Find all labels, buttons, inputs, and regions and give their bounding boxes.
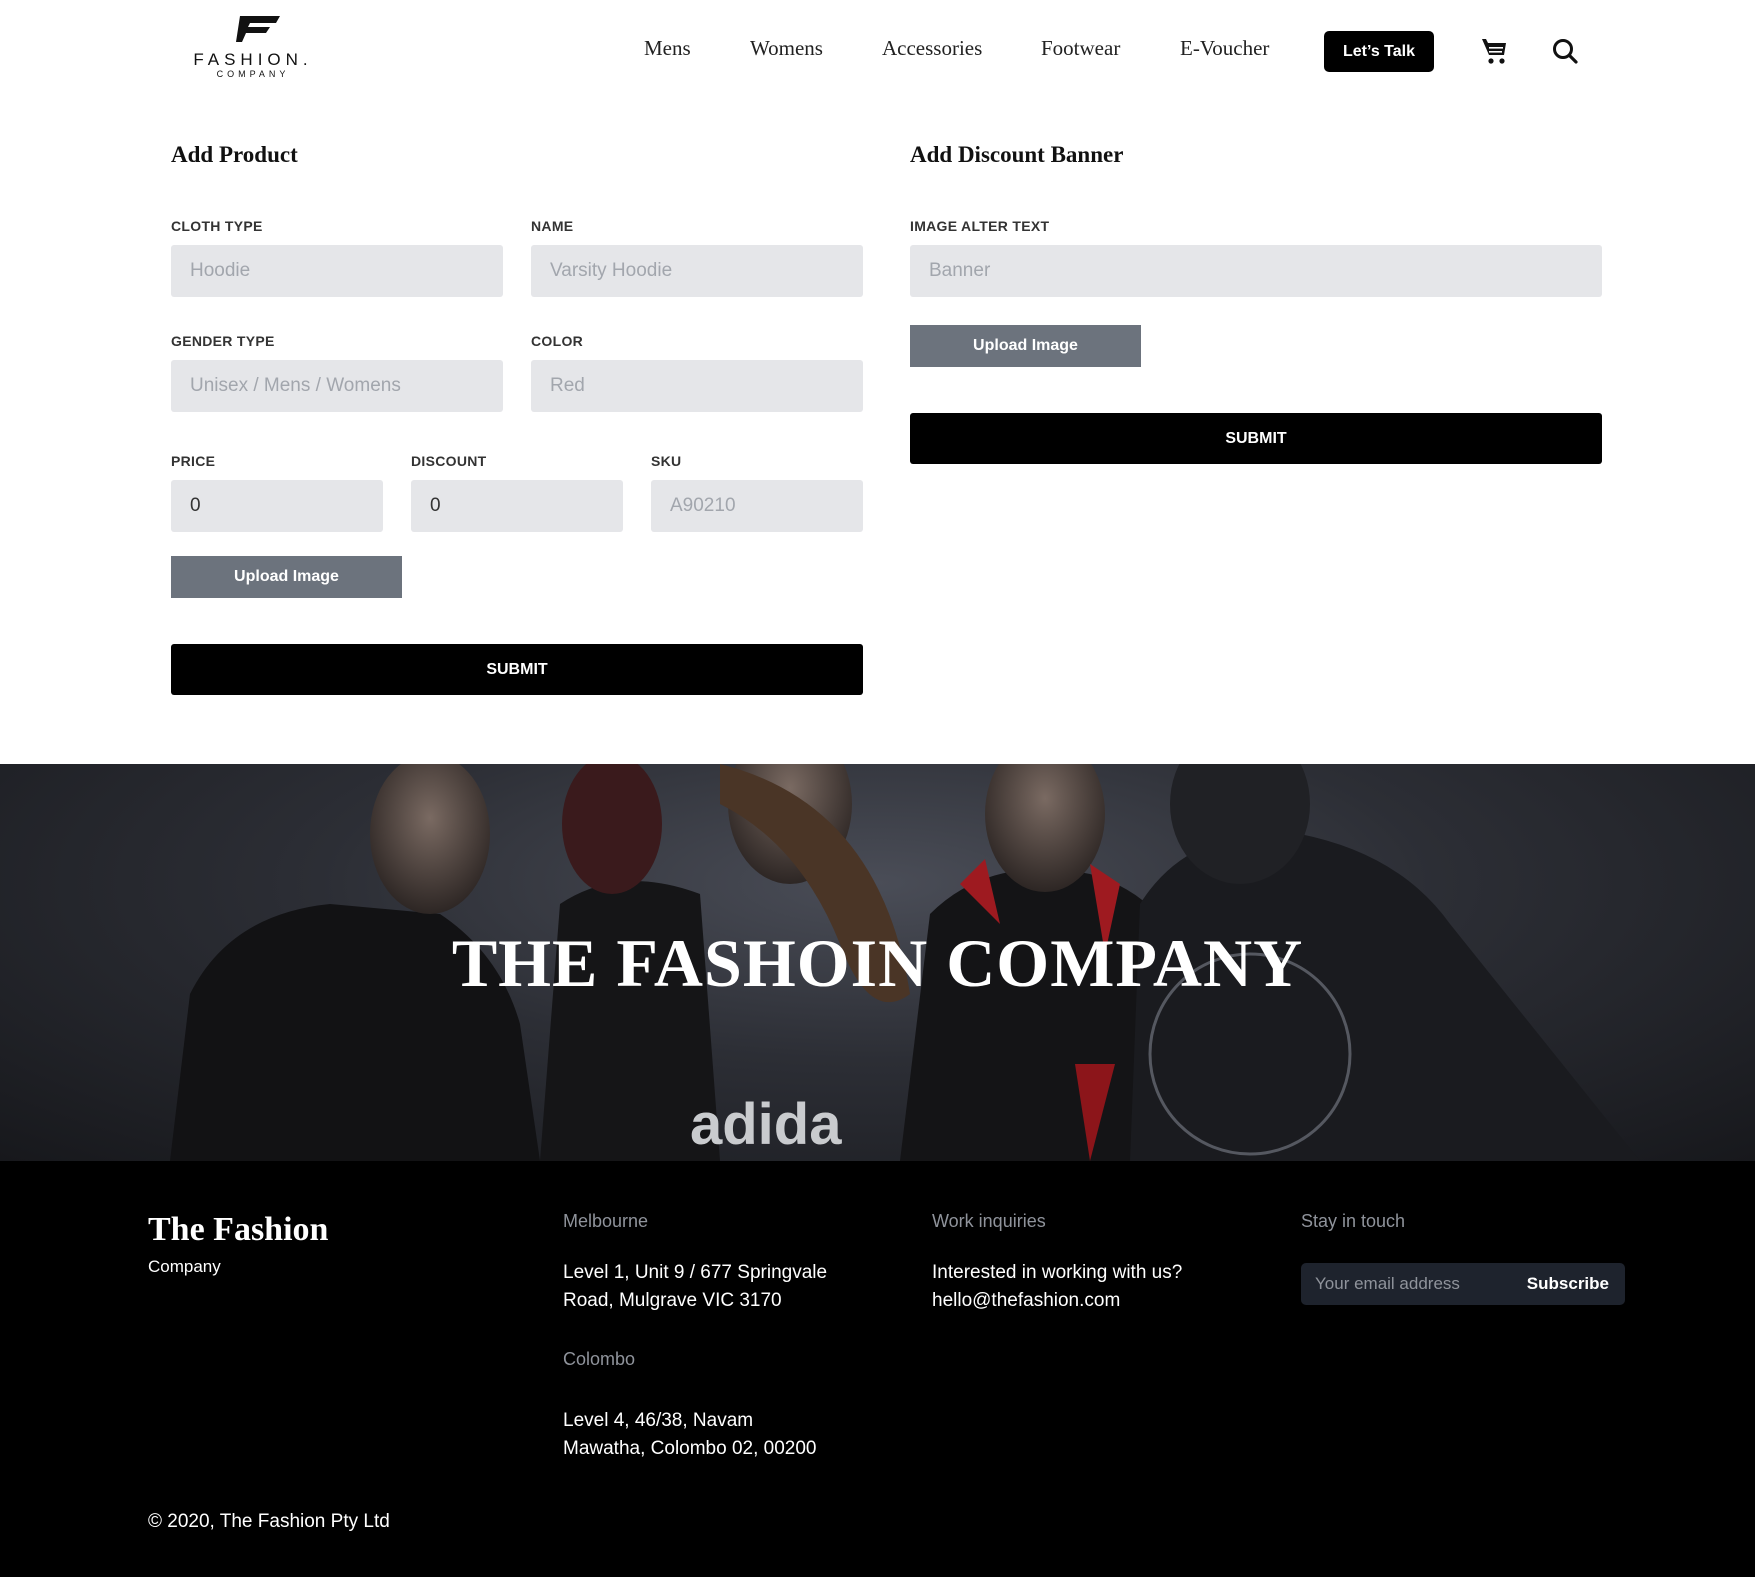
add-discount-banner-title: Add Discount Banner <box>910 142 1124 167</box>
sku-input[interactable] <box>651 480 863 532</box>
product-submit-button[interactable]: SUBMIT <box>171 644 863 695</box>
hero-banner: adida THE FASHOIN COMPANY <box>0 764 1755 1161</box>
nav-link-womens[interactable]: Womens <box>750 36 823 61</box>
image-alter-text-label: IMAGE ALTER TEXT <box>910 218 1050 234</box>
work-inquiries-email-link[interactable]: hello@thefashion.com <box>932 1287 1120 1315</box>
image-alter-text-input[interactable] <box>910 245 1602 297</box>
brand-logo[interactable]: FASHION. COMPANY <box>186 14 320 79</box>
work-inquiries-text: Interested in working with us? <box>932 1262 1183 1283</box>
shirt-print-text: adida <box>690 1092 842 1157</box>
nav-link-accessories[interactable]: Accessories <box>882 36 982 61</box>
footer-brand: The Fashion <box>148 1211 329 1248</box>
colombo-heading: Colombo <box>563 1349 636 1369</box>
logo-mark-icon <box>236 16 280 42</box>
colombo-address-line1: Level 4, 46/38, Navam <box>563 1410 754 1431</box>
banner-submit-button[interactable]: SUBMIT <box>910 413 1602 464</box>
subscribe-button[interactable]: Subscribe <box>1527 1263 1609 1305</box>
nav-link-mens[interactable]: Mens <box>644 36 691 61</box>
gender-type-label: GENDER TYPE <box>171 333 275 349</box>
gender-type-input[interactable] <box>171 360 503 412</box>
cart-icon[interactable] <box>1481 36 1507 66</box>
cloth-type-label: CLOTH TYPE <box>171 218 263 234</box>
site-header: FASHION. COMPANY Mens Womens Accessories… <box>0 0 1755 100</box>
hero-title: THE FASHOIN COMPANY <box>451 925 1304 1001</box>
site-footer: The Fashion Company Melbourne Level 1, U… <box>0 1161 1755 1577</box>
melbourne-address-line1: Level 1, Unit 9 / 677 Springvale <box>563 1262 828 1283</box>
logo-wordmark: FASHION. <box>193 50 313 69</box>
add-product-title: Add Product <box>171 142 298 167</box>
discount-input[interactable] <box>411 480 623 532</box>
discount-label: DISCOUNT <box>411 453 487 469</box>
melbourne-address-line2: Road, Mulgrave VIC 3170 <box>563 1290 782 1311</box>
melbourne-heading: Melbourne <box>563 1211 649 1231</box>
nav-link-footwear[interactable]: Footwear <box>1041 36 1120 61</box>
price-input[interactable] <box>171 480 383 532</box>
colombo-address-line2: Mawatha, Colombo 02, 00200 <box>563 1438 817 1459</box>
name-input[interactable] <box>531 245 863 297</box>
logo-subtitle: COMPANY <box>216 69 290 79</box>
work-inquiries-heading: Work inquiries <box>932 1211 1046 1231</box>
price-label: PRICE <box>171 453 216 469</box>
lets-talk-button[interactable]: Let’s Talk <box>1324 31 1434 72</box>
sku-label: SKU <box>651 453 682 469</box>
name-label: NAME <box>531 218 574 234</box>
stay-in-touch-heading: Stay in touch <box>1301 1211 1406 1231</box>
footer-brand-sub: Company <box>148 1257 221 1276</box>
nav-link-e-voucher[interactable]: E-Voucher <box>1180 36 1269 61</box>
color-label: COLOR <box>531 333 584 349</box>
cloth-type-input[interactable] <box>171 245 503 297</box>
copyright-text: © 2020, The Fashion Pty Ltd <box>148 1511 390 1532</box>
banner-upload-image-button[interactable]: Upload Image <box>910 325 1141 367</box>
newsletter-email-input[interactable] <box>1301 1263 1501 1305</box>
product-upload-image-button[interactable]: Upload Image <box>171 556 402 598</box>
color-input[interactable] <box>531 360 863 412</box>
newsletter-form: Subscribe <box>1301 1263 1625 1305</box>
search-icon[interactable] <box>1552 38 1578 64</box>
